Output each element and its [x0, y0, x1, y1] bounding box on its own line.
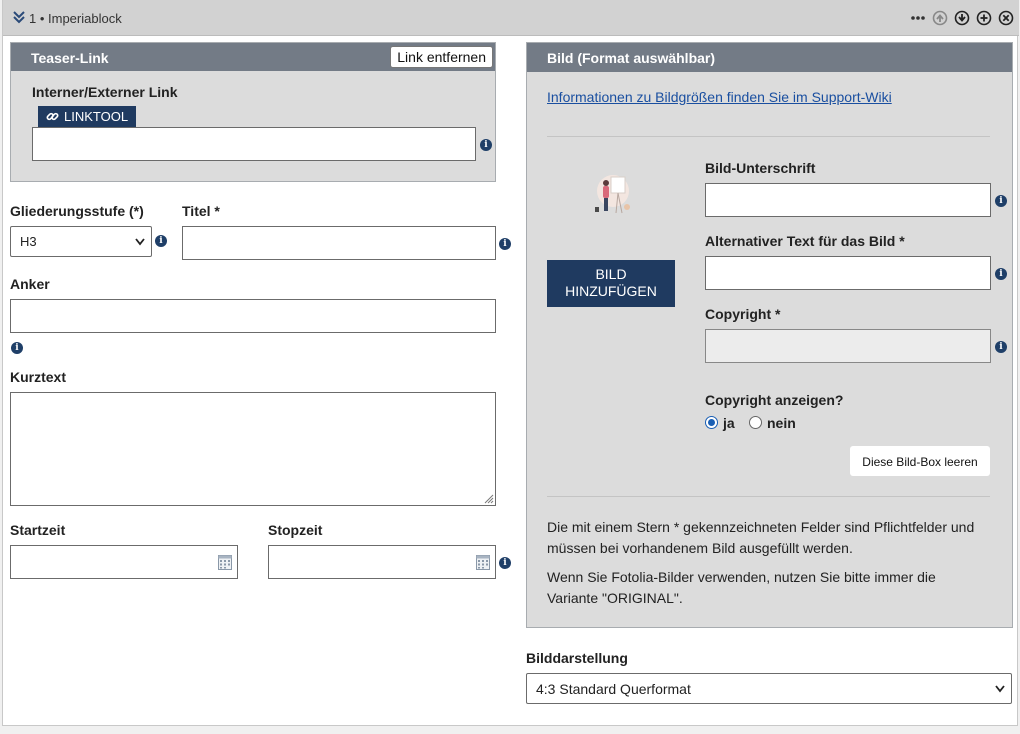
copyright-label: Copyright * [705, 306, 781, 322]
short-text-label: Kurztext [10, 369, 67, 385]
level-select[interactable]: H3 [10, 226, 152, 257]
radio-yes[interactable] [705, 416, 718, 429]
copyright-input[interactable] [705, 329, 991, 363]
fotolia-note: Wenn Sie Fotolia-Bilder verwenden, nutze… [547, 567, 936, 609]
show-copyright-label: Copyright anzeigen? [705, 392, 844, 408]
display-label: Bilddarstellung [526, 650, 628, 666]
linktool-button[interactable]: LINKTOOL [38, 106, 136, 127]
alt-text-label: Alternativer Text für das Bild * [705, 233, 905, 249]
stop-label: Stopzeit [268, 522, 323, 538]
title-label: Titel * [182, 203, 220, 219]
move-down-icon[interactable] [953, 9, 971, 27]
image-panel-title: Bild (Format auswählbar) [547, 50, 716, 66]
info-icon[interactable]: i [480, 139, 492, 151]
add-image-label-line2: HINZUFÜGEN [565, 283, 657, 299]
image-panel: Bild (Format auswählbar) Informationen z… [526, 42, 1013, 628]
add-image-button[interactable]: BILD HINZUFÜGEN [547, 260, 675, 307]
display-value: 4:3 Standard Querformat [536, 681, 691, 697]
required-fields-note: Die mit einem Stern * gekennzeichneten F… [547, 517, 974, 559]
fotolia-note-line2: Variante "ORIGINAL". [547, 590, 683, 606]
short-text-textarea[interactable] [10, 392, 496, 506]
info-icon[interactable]: i [155, 235, 167, 247]
anchor-input[interactable] [10, 299, 496, 333]
remove-link-button[interactable]: Link entfernen [390, 46, 493, 68]
add-icon[interactable] [975, 9, 993, 27]
image-panel-header: Bild (Format auswählbar) [527, 43, 1012, 72]
radio-no[interactable] [749, 416, 762, 429]
add-image-label-line1: BILD [595, 266, 627, 282]
level-value: H3 [20, 234, 37, 249]
stop-date-input[interactable] [268, 545, 496, 579]
info-icon[interactable]: i [995, 195, 1007, 207]
alt-text-input[interactable] [705, 256, 991, 290]
divider [547, 136, 990, 137]
imperiablock-editor: 1 • Imperiablock Teaser-Link Link entfer… [2, 0, 1019, 726]
teaser-link-box: Teaser-Link Link entfernen Interner/Exte… [10, 42, 496, 182]
required-note-line1: Die mit einem Stern * gekennzeichneten F… [547, 519, 975, 535]
teaser-link-header: Teaser-Link Link entfernen [11, 43, 495, 71]
linktool-label: LINKTOOL [64, 109, 129, 124]
info-icon[interactable]: i [995, 268, 1007, 280]
calendar-icon[interactable] [476, 554, 490, 570]
link-icon [46, 112, 59, 121]
link-label: Interner/Externer Link [32, 84, 178, 100]
chevron-down-icon [995, 685, 1005, 693]
clear-image-box-button[interactable]: Diese Bild-Box leeren [850, 446, 990, 476]
info-icon[interactable]: i [499, 557, 511, 569]
caption-label: Bild-Unterschrift [705, 160, 816, 176]
info-icon[interactable]: i [995, 341, 1007, 353]
block-toolbar [909, 9, 1015, 27]
link-input[interactable] [32, 127, 476, 161]
radio-no-label[interactable]: nein [767, 415, 796, 431]
chevron-down-icon [135, 238, 145, 246]
move-up-icon[interactable] [931, 9, 949, 27]
level-label: Gliederungsstufe (*) [10, 203, 144, 219]
anchor-label: Anker [10, 276, 50, 292]
fotolia-note-line1: Wenn Sie Fotolia-Bilder verwenden, nutze… [547, 569, 936, 585]
calendar-icon[interactable] [218, 554, 232, 570]
block-title: 1 • Imperiablock [29, 11, 122, 26]
chevron-double-down-icon[interactable] [12, 10, 26, 24]
resize-grip-icon[interactable] [482, 492, 494, 504]
title-input[interactable] [182, 226, 496, 260]
info-icon[interactable]: i [11, 342, 23, 354]
display-select[interactable]: 4:3 Standard Querformat [526, 673, 1012, 704]
start-date-input[interactable] [10, 545, 238, 579]
close-icon[interactable] [997, 9, 1015, 27]
caption-input[interactable] [705, 183, 991, 217]
more-icon[interactable] [909, 9, 927, 27]
start-label: Startzeit [10, 522, 66, 538]
teaser-link-title: Teaser-Link [31, 50, 109, 66]
info-icon[interactable]: i [499, 238, 511, 250]
block-header: 1 • Imperiablock [3, 0, 1019, 36]
divider [547, 496, 990, 497]
support-wiki-link[interactable]: Informationen zu Bildgrößen finden Sie i… [547, 89, 892, 105]
radio-yes-label[interactable]: ja [723, 415, 735, 431]
image-placeholder-illustration [595, 175, 630, 214]
required-note-line2: müssen bei vorhandenem Bild ausgefüllt w… [547, 540, 853, 556]
